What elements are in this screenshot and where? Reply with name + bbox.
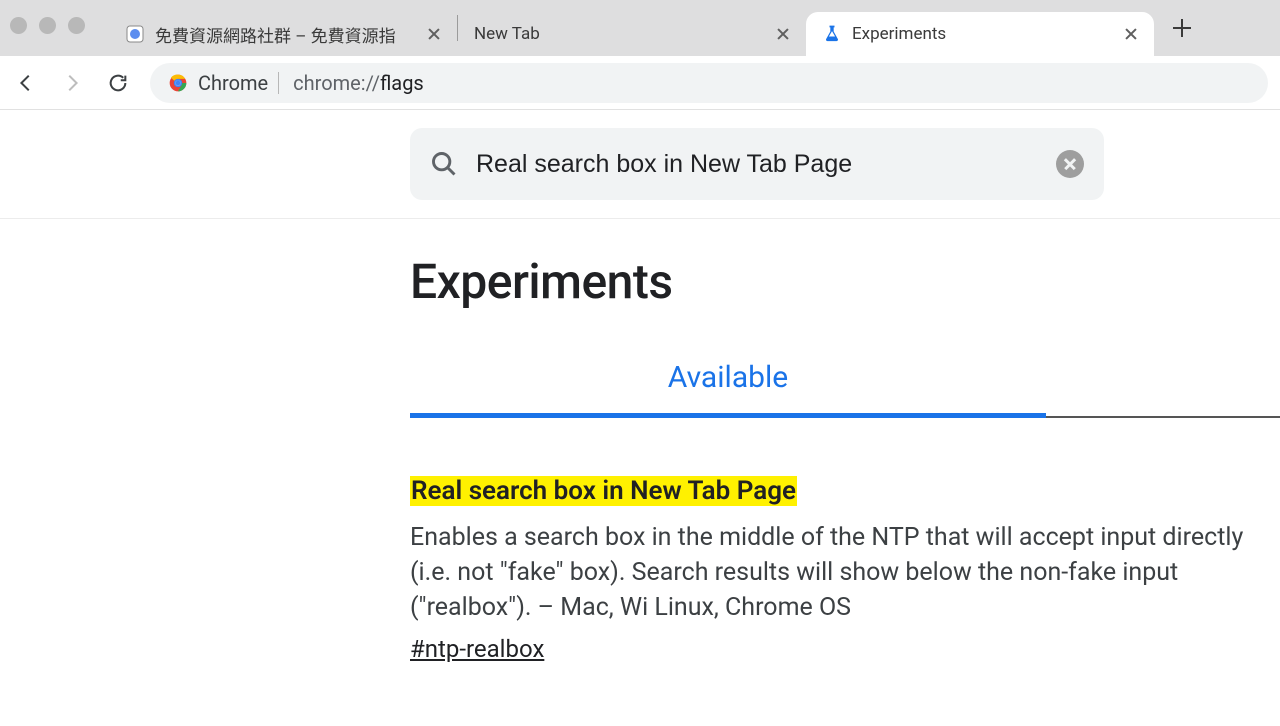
window-titlebar: 免費資源網路社群 – 免費資源指 New Tab Experiments [0, 0, 1280, 56]
chip-separator [278, 72, 279, 94]
flags-search-input[interactable] [476, 150, 1038, 179]
site-chip: Chrome [168, 71, 279, 95]
page-title: Experiments [410, 253, 1280, 310]
traffic-light-minimize[interactable] [39, 17, 56, 34]
browser-toolbar: Chrome chrome://flags [0, 56, 1280, 110]
tab-title: Experiments [852, 24, 1114, 44]
flag-title: Real search box in New Tab Page [410, 476, 797, 506]
traffic-lights [10, 17, 85, 34]
favicon-generic-icon [125, 24, 145, 44]
site-chip-label: Chrome [198, 71, 268, 95]
url: chrome://flags [293, 71, 424, 95]
flag-item: Real search box in New Tab Page Enables … [410, 476, 1280, 663]
flag-description: Enables a search box in the middle of th… [410, 520, 1280, 625]
forward-button[interactable] [58, 69, 86, 97]
omnibox[interactable]: Chrome chrome://flags [150, 63, 1268, 103]
traffic-light-zoom[interactable] [68, 17, 85, 34]
url-scheme: chrome:// [293, 71, 380, 95]
tab-available[interactable]: Available [410, 360, 1046, 418]
tab-2[interactable]: New Tab [458, 12, 806, 56]
new-tab-button[interactable] [1168, 14, 1196, 42]
search-icon [430, 150, 458, 178]
tab-3-active[interactable]: Experiments [806, 12, 1154, 56]
page-content: Experiments Available Real search box in… [0, 110, 1280, 726]
experiments-content: Experiments Available Real search box in… [410, 219, 1280, 663]
reload-button[interactable] [104, 69, 132, 97]
tab-title: 免費資源網路社群 – 免費資源指 [155, 22, 417, 47]
close-icon[interactable] [1122, 25, 1140, 43]
tab-title: New Tab [474, 24, 766, 44]
traffic-light-close[interactable] [10, 17, 27, 34]
tab-strip: 免費資源網路社群 – 免費資源指 New Tab Experiments [109, 0, 1196, 56]
close-icon[interactable] [425, 25, 443, 43]
flag-id-link[interactable]: #ntp-realbox [410, 635, 544, 663]
close-icon[interactable] [774, 25, 792, 43]
clear-search-icon[interactable] [1056, 150, 1084, 178]
tab-1[interactable]: 免費資源網路社群 – 免費資源指 [109, 12, 457, 56]
chrome-icon [168, 73, 188, 93]
flask-icon [822, 24, 842, 44]
back-button[interactable] [12, 69, 40, 97]
flags-search-box[interactable] [410, 128, 1104, 200]
search-row [0, 110, 1280, 219]
experiment-tabs: Available [410, 360, 1280, 418]
url-path: flags [380, 71, 424, 95]
